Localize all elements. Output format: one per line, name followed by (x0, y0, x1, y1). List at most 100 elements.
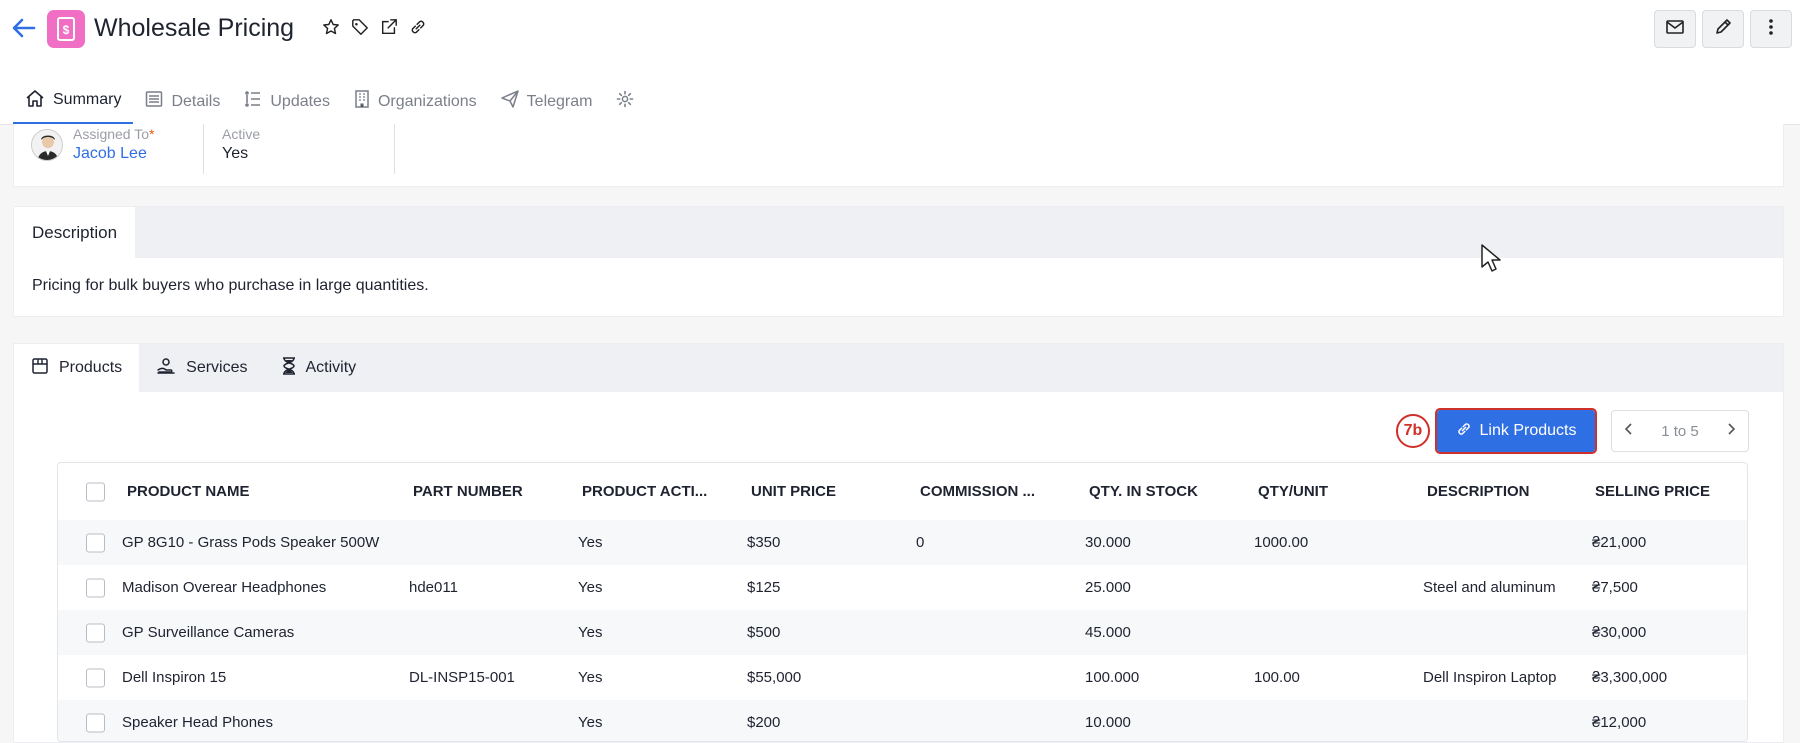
selling-price-cell: ₴3,300,000 (1592, 669, 1668, 686)
assigned-to-value[interactable]: Jacob Lee (73, 145, 154, 163)
tab-label: Details (171, 92, 221, 110)
unit-price-cell: $350 (747, 534, 781, 551)
tag-icon[interactable] (351, 16, 369, 38)
record-header: $ Wholesale Pricing Summary Details Upda… (0, 0, 1800, 125)
col-description[interactable]: DESCRIPTION (1427, 463, 1577, 520)
record-tabs: Summary Details Updates Organizations Te… (13, 78, 646, 125)
tab-label: Summary (53, 91, 122, 108)
qty-unit-cell: 1000.00 (1254, 534, 1309, 551)
avatar (31, 129, 63, 161)
tab-settings[interactable] (604, 78, 646, 125)
service-hand-icon (156, 357, 176, 380)
select-all-checkbox[interactable] (86, 482, 105, 501)
product-active-cell: Yes (578, 714, 603, 731)
commission-cell (916, 610, 1066, 655)
unit-price-cell: $125 (747, 579, 781, 596)
mouse-cursor-icon (1480, 243, 1502, 278)
product-active-cell: Yes (578, 624, 603, 641)
email-button[interactable] (1654, 10, 1696, 48)
product-name-cell[interactable]: Dell Inspiron 15 (122, 655, 397, 700)
external-link-icon[interactable] (380, 16, 398, 38)
description-cell (1423, 700, 1565, 741)
gear-icon (616, 90, 634, 113)
pager: 1 to 5 (1611, 410, 1749, 452)
home-icon (25, 89, 45, 112)
required-marker: * (149, 126, 155, 142)
qty-in-stock-cell: 100.000 (1085, 669, 1140, 686)
col-unit-price[interactable]: UNIT PRICE (751, 463, 901, 520)
list-icon (145, 90, 163, 113)
description-cell: Dell Inspiron Laptop (1423, 669, 1557, 686)
col-commission[interactable]: COMMISSION ... (920, 463, 1070, 520)
back-arrow-icon[interactable] (10, 14, 38, 42)
col-qty-in-stock[interactable]: QTY. IN STOCK (1089, 463, 1239, 520)
related-tabs: Products Services Activity (14, 344, 1783, 392)
table-row[interactable]: Madison Overear Headphones hde011 Yes $1… (58, 565, 1747, 610)
selling-price-cell: ₴21,000 (1592, 534, 1647, 551)
commission-cell (916, 565, 1066, 610)
col-selling-price[interactable]: SELLING PRICE (1595, 463, 1745, 520)
link-icon[interactable] (409, 16, 427, 38)
chevron-right-icon[interactable] (1726, 422, 1736, 440)
col-qty-unit[interactable]: QTY/UNIT (1258, 463, 1408, 520)
col-part-number[interactable]: PART NUMBER (413, 463, 563, 520)
tab-services[interactable]: Services (139, 344, 264, 392)
qty-in-stock-cell: 10.000 (1085, 714, 1131, 731)
row-checkbox[interactable] (86, 533, 105, 552)
description-cell (1423, 610, 1565, 655)
star-icon[interactable] (322, 16, 340, 38)
product-name-cell[interactable]: GP Surveillance Cameras (122, 610, 397, 655)
product-active-cell: Yes (578, 534, 603, 551)
send-icon (500, 90, 519, 113)
edit-button[interactable] (1702, 10, 1744, 48)
part-number-cell (409, 700, 559, 741)
building-icon (354, 90, 370, 113)
tab-updates[interactable]: Updates (232, 78, 342, 125)
table-row[interactable]: GP Surveillance Cameras Yes $500 45.000 … (58, 610, 1747, 655)
table-row[interactable]: Dell Inspiron 15 DL-INSP15-001 Yes $55,0… (58, 655, 1747, 700)
tab-products[interactable]: Products (14, 344, 140, 392)
row-checkbox[interactable] (86, 713, 105, 732)
table-row[interactable]: GP 8G10 - Grass Pods Speaker 500W Yes $3… (58, 520, 1747, 565)
active-field: Active Yes (222, 126, 260, 163)
hourglass-icon (282, 356, 296, 380)
tab-telegram[interactable]: Telegram (489, 78, 605, 125)
row-checkbox[interactable] (86, 578, 105, 597)
tab-label: Telegram (526, 92, 593, 110)
product-name-cell[interactable]: Madison Overear Headphones (122, 565, 397, 610)
link-icon (1456, 421, 1472, 442)
link-products-label: Link Products (1479, 422, 1577, 439)
tab-label: Updates (270, 92, 330, 110)
svg-text:$: $ (63, 23, 70, 37)
col-product-name[interactable]: PRODUCT NAME (127, 463, 397, 520)
row-checkbox[interactable] (86, 623, 105, 642)
product-name-cell[interactable]: Speaker Head Phones (122, 700, 397, 741)
table-row[interactable]: Speaker Head Phones Yes $200 10.000 ₴12,… (58, 700, 1747, 741)
tab-description[interactable]: Description (14, 207, 136, 258)
table-header: PRODUCT NAME PART NUMBER PRODUCT ACTI...… (58, 463, 1747, 520)
description-text: Pricing for bulk buyers who purchase in … (32, 277, 429, 294)
active-value[interactable]: Yes (222, 145, 260, 163)
row-checkbox[interactable] (86, 668, 105, 687)
unit-price-cell: $200 (747, 714, 781, 731)
col-product-active[interactable]: PRODUCT ACTI... (582, 463, 732, 520)
product-name-cell[interactable]: GP 8G10 - Grass Pods Speaker 500W (122, 520, 397, 565)
active-label: Active (222, 126, 261, 142)
page-title: Wholesale Pricing (94, 14, 295, 42)
part-number-cell: DL-INSP15-001 (409, 669, 515, 686)
tab-summary[interactable]: Summary (13, 78, 134, 125)
tab-details[interactable]: Details (133, 78, 232, 125)
mail-icon (1666, 19, 1684, 40)
unit-price-cell: $55,000 (747, 669, 802, 686)
product-active-cell: Yes (578, 579, 603, 596)
summary-fields: Assigned To* Jacob Lee Active Yes (13, 124, 1784, 187)
tab-activity[interactable]: Activity (265, 344, 374, 392)
tab-organizations[interactable]: Organizations (342, 78, 489, 125)
more-button[interactable] (1750, 10, 1792, 48)
commission-cell: 0 (916, 534, 925, 551)
chevron-left-icon[interactable] (1624, 422, 1634, 440)
qty-unit-cell (1254, 565, 1404, 610)
link-products-button[interactable]: Link Products (1435, 408, 1597, 454)
box-icon (31, 357, 49, 380)
qty-unit-cell (1254, 610, 1404, 655)
